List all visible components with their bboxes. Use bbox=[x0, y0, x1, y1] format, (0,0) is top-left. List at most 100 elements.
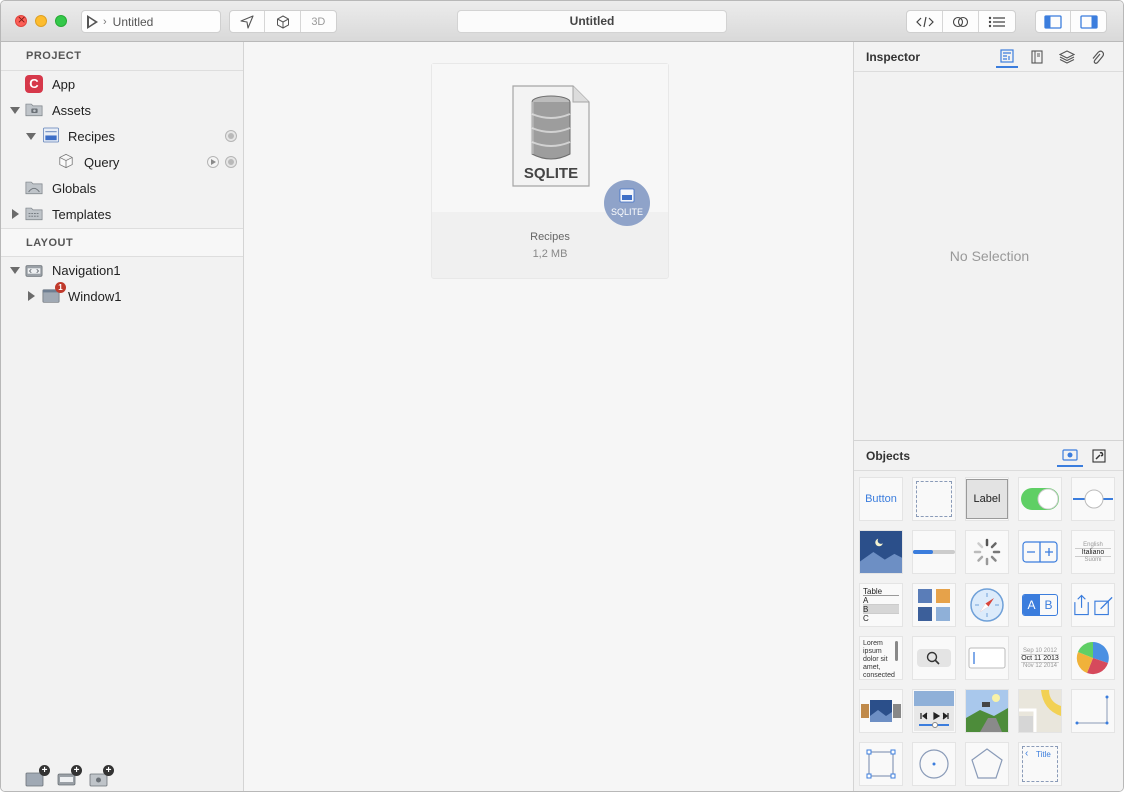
object-line[interactable] bbox=[1071, 689, 1115, 733]
object-collection[interactable] bbox=[912, 583, 956, 627]
object-web-view[interactable] bbox=[965, 583, 1009, 627]
scheme-name: Untitled bbox=[112, 14, 154, 29]
run-scheme-selector[interactable]: › Untitled bbox=[81, 10, 221, 33]
navigation-icon bbox=[25, 265, 43, 277]
error-badge: 1 bbox=[55, 282, 66, 293]
tree-item-query[interactable]: Query bbox=[1, 149, 243, 175]
object-toolbar[interactable] bbox=[1071, 583, 1115, 627]
package-button[interactable] bbox=[265, 11, 301, 32]
right-sidebar-icon bbox=[1079, 14, 1098, 29]
object-navigation-bar[interactable]: ‹ Title bbox=[1018, 742, 1062, 786]
plus-icon: + bbox=[39, 765, 50, 776]
progress-bar-icon bbox=[913, 550, 955, 554]
object-oval[interactable] bbox=[912, 742, 956, 786]
asset-card-recipes[interactable]: SQLITE SQLITE Recipes 1,2 MB bbox=[431, 63, 669, 279]
disclosure-collapsed-icon[interactable] bbox=[12, 209, 19, 219]
zoom-window-button[interactable] bbox=[55, 15, 67, 27]
lorem-text: Lorem ipsum dolor sit amet, consected bbox=[863, 640, 895, 679]
play-icon bbox=[87, 14, 98, 29]
disclosure-expanded-icon[interactable] bbox=[10, 107, 20, 114]
tree-item-label: Query bbox=[84, 155, 120, 170]
segmented-control-sample: A B bbox=[1022, 594, 1058, 616]
object-map[interactable] bbox=[1018, 689, 1062, 733]
tab-attributes[interactable] bbox=[996, 46, 1018, 68]
app-window: › Untitled 3D Untitled bbox=[0, 0, 1124, 792]
object-polygon[interactable] bbox=[965, 742, 1009, 786]
minimize-window-button[interactable] bbox=[35, 15, 47, 27]
object-scene-view[interactable] bbox=[965, 689, 1009, 733]
object-label[interactable]: Label bbox=[965, 477, 1009, 521]
disclosure-expanded-icon[interactable] bbox=[10, 267, 20, 274]
tree-item-templates[interactable]: Templates bbox=[1, 201, 243, 227]
toggle-right-panel-button[interactable] bbox=[1071, 11, 1106, 32]
toggle-button[interactable] bbox=[943, 11, 979, 32]
3d-label: 3D bbox=[311, 15, 326, 28]
object-view[interactable] bbox=[912, 477, 956, 521]
circle-shape-icon bbox=[919, 749, 949, 779]
tree-item-assets[interactable]: Assets bbox=[1, 97, 243, 123]
editor-canvas[interactable]: SQLITE SQLITE Recipes 1,2 MB bbox=[244, 42, 853, 791]
tab-tools[interactable] bbox=[1088, 445, 1110, 467]
tree-item-label: Templates bbox=[52, 207, 112, 222]
sqlite-badge: SQLITE bbox=[604, 180, 650, 226]
plus-icon: + bbox=[103, 765, 114, 776]
add-asset-button[interactable]: + bbox=[89, 765, 114, 787]
code-button[interactable] bbox=[907, 11, 943, 32]
navbar-sample: ‹ Title bbox=[1022, 746, 1058, 782]
object-search-bar[interactable] bbox=[912, 636, 956, 680]
image-view-icon bbox=[860, 531, 902, 573]
object-switch[interactable] bbox=[1018, 477, 1062, 521]
label-sample: Label bbox=[966, 479, 1008, 519]
object-button[interactable]: Button bbox=[859, 477, 903, 521]
object-stepper[interactable] bbox=[1018, 530, 1062, 574]
compass-icon bbox=[970, 588, 1004, 622]
badge-label: SQLITE bbox=[611, 207, 643, 217]
tree-item-app[interactable]: C App bbox=[1, 71, 243, 97]
tree-item-globals[interactable]: Globals bbox=[1, 175, 243, 201]
object-media-player[interactable] bbox=[912, 689, 956, 733]
disclosure-expanded-icon[interactable] bbox=[26, 133, 36, 140]
paperclip-icon bbox=[1092, 50, 1104, 64]
tab-book[interactable] bbox=[1026, 46, 1048, 68]
object-chart[interactable] bbox=[1071, 636, 1115, 680]
tab-layers[interactable] bbox=[1056, 46, 1078, 68]
status-indicator bbox=[225, 156, 237, 168]
tree-item-window1[interactable]: 1 Window1 bbox=[1, 282, 243, 309]
project-sidebar: PROJECT C App Assets Recipes Query Globa… bbox=[1, 42, 244, 791]
tab-attachments[interactable] bbox=[1086, 46, 1108, 68]
3d-button[interactable]: 3D bbox=[301, 11, 336, 32]
plus-icon: + bbox=[71, 765, 82, 776]
add-navigation-button[interactable]: + bbox=[57, 765, 82, 787]
run-query-button[interactable] bbox=[207, 156, 219, 168]
list-button[interactable] bbox=[979, 11, 1015, 32]
toggle-left-panel-button[interactable] bbox=[1036, 11, 1072, 32]
object-segmented-control[interactable]: A B bbox=[1018, 583, 1062, 627]
object-picker[interactable]: English Italiano Suomi bbox=[1071, 530, 1115, 574]
asset-name: Recipes bbox=[530, 231, 570, 243]
object-activity-indicator[interactable] bbox=[965, 530, 1009, 574]
object-text-view[interactable]: Lorem ipsum dolor sit amet, consected bbox=[859, 636, 903, 680]
object-image[interactable] bbox=[859, 530, 903, 574]
object-text-field[interactable] bbox=[965, 636, 1009, 680]
back-chevron-icon: ‹ bbox=[1025, 748, 1029, 759]
object-table[interactable]: Table A B C bbox=[859, 583, 903, 627]
inspector-header: Inspector bbox=[854, 42, 1123, 72]
close-window-button[interactable] bbox=[15, 13, 27, 27]
disclosure-collapsed-icon[interactable] bbox=[28, 291, 35, 301]
date-row: Nov 12 2014 bbox=[1022, 662, 1058, 669]
sql-database-icon bbox=[43, 127, 59, 143]
tab-ui-objects[interactable] bbox=[1057, 445, 1083, 467]
send-button[interactable] bbox=[230, 11, 266, 32]
pentagon-shape-icon bbox=[971, 748, 1003, 779]
tree-item-recipes[interactable]: Recipes bbox=[1, 123, 243, 149]
tree-item-navigation1[interactable]: Navigation1 bbox=[1, 257, 243, 283]
objects-title: Objects bbox=[866, 449, 911, 463]
sidebar-bottom-bar: + + + bbox=[1, 763, 244, 791]
object-rectangle[interactable] bbox=[859, 742, 903, 786]
object-page-control[interactable] bbox=[859, 689, 903, 733]
object-slider[interactable] bbox=[1071, 477, 1115, 521]
object-date-picker[interactable]: Sep 10 2012 Oct 11 2013 Nov 12 2014 bbox=[1018, 636, 1062, 680]
add-folder-button[interactable]: + bbox=[25, 765, 50, 787]
spinner-icon bbox=[973, 538, 1001, 566]
object-progress[interactable] bbox=[912, 530, 956, 574]
